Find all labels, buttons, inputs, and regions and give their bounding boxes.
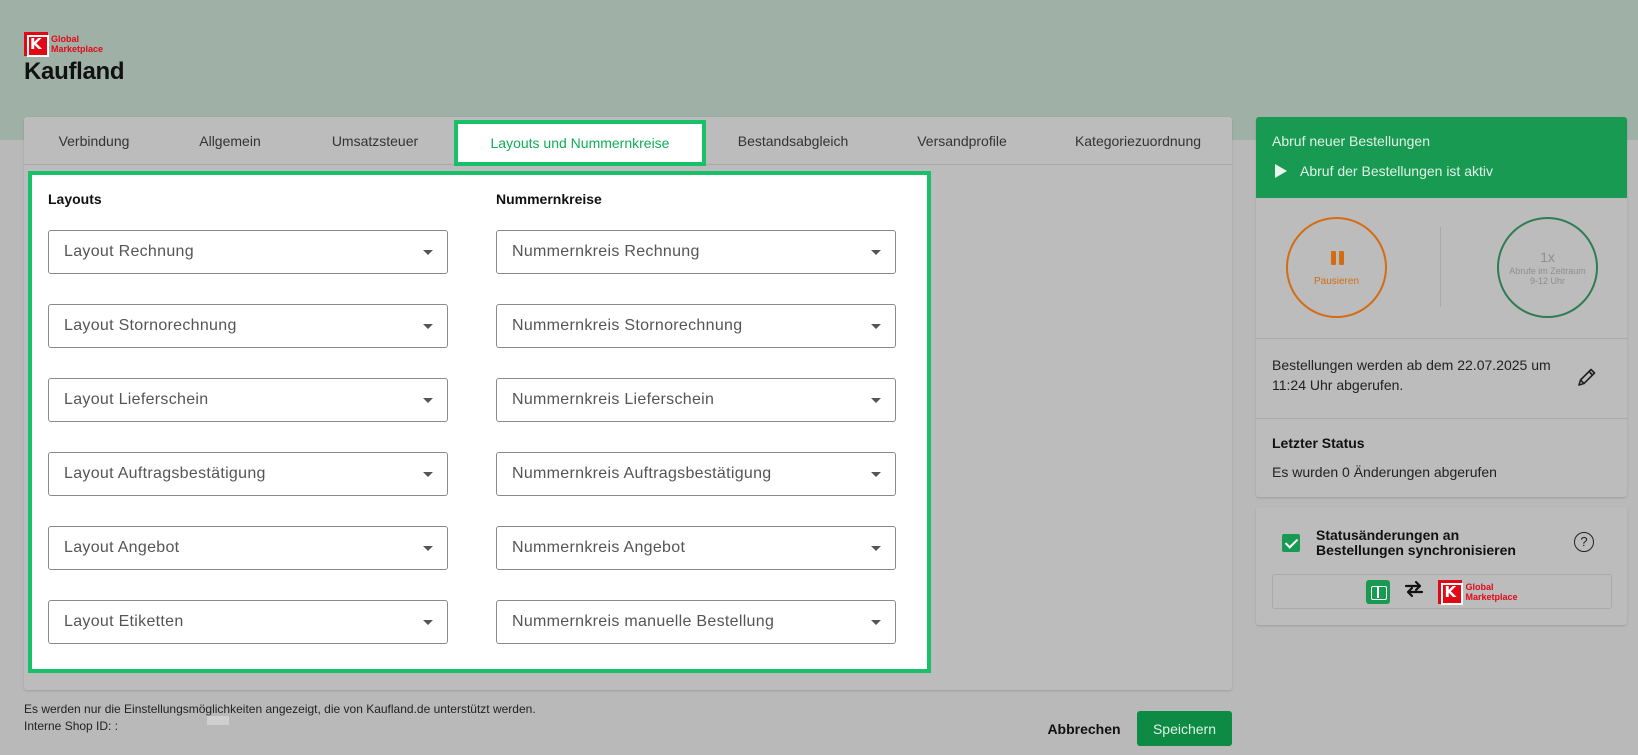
dropdown-arrow-icon xyxy=(423,250,433,255)
tab-versandprofile[interactable]: Versandprofile xyxy=(880,117,1044,165)
sync-status-checkbox[interactable] xyxy=(1282,534,1300,552)
pause-icon xyxy=(1331,251,1344,265)
save-button[interactable]: Speichern xyxy=(1137,711,1232,746)
nummernkreis-stornorechnung-select[interactable]: Nummernkreis Stornorechnung xyxy=(496,304,896,348)
dropdown-arrow-icon xyxy=(871,620,881,625)
order-fetch-status: Abruf der Bestellungen ist aktiv xyxy=(1300,163,1493,179)
layout-lieferschein-select[interactable]: Layout Lieferschein xyxy=(48,378,448,422)
layout-etiketten-select[interactable]: Layout Etiketten xyxy=(48,600,448,644)
dropdown-arrow-icon xyxy=(871,324,881,329)
last-status-text: Es wurden 0 Änderungen abgerufen xyxy=(1272,464,1497,480)
tab-verbindung[interactable]: Verbindung xyxy=(24,117,164,165)
nummernkreis-angebot-select[interactable]: Nummernkreis Angebot xyxy=(496,526,896,570)
layout-stornorechnung-select[interactable]: Layout Stornorechnung xyxy=(48,304,448,348)
tab-allgemein[interactable]: Allgemein xyxy=(164,117,296,165)
nummernkreis-manuelle-bestellung-select[interactable]: Nummernkreis manuelle Bestellung xyxy=(496,600,896,644)
kaufland-k-icon: K xyxy=(1438,579,1464,605)
last-status-title: Letzter Status xyxy=(1272,435,1365,451)
nummernkreis-auftragsbestaetigung-select[interactable]: Nummernkreis Auftragsbestätigung xyxy=(496,452,896,496)
shop-id-label: Interne Shop ID: : xyxy=(24,719,119,733)
tab-bar: Verbindung Allgemein Umsatzsteuer Layout… xyxy=(24,117,1232,166)
dropdown-arrow-icon xyxy=(871,398,881,403)
fetch-start-info: Bestellungen werden ab dem 22.07.2025 um… xyxy=(1272,357,1551,393)
layouts-heading: Layouts xyxy=(48,191,102,207)
nummernkreis-lieferschein-select[interactable]: Nummernkreis Lieferschein xyxy=(496,378,896,422)
dropdown-arrow-icon xyxy=(423,620,433,625)
layout-auftragsbestaetigung-select[interactable]: Layout Auftragsbestätigung xyxy=(48,452,448,496)
dropdown-arrow-icon xyxy=(423,398,433,403)
dropdown-arrow-icon xyxy=(423,546,433,551)
divider xyxy=(1440,227,1441,307)
nummernkreise-heading: Nummernkreise xyxy=(496,191,602,207)
global-marketplace-logo: K Global Marketplace xyxy=(1438,579,1518,605)
divider xyxy=(1256,338,1627,339)
tab-layouts-nummernkreise[interactable]: Layouts und Nummernkreise xyxy=(454,120,706,166)
dropdown-arrow-icon xyxy=(871,546,881,551)
dropdown-arrow-icon xyxy=(423,472,433,477)
global-marketplace-logo: K Global Marketplace xyxy=(24,32,124,57)
app-logo-icon xyxy=(1366,579,1391,604)
shop-id-value xyxy=(207,716,229,725)
fetch-count-indicator: 1x Abrufe im Zeitraum 9-12 Uhr xyxy=(1497,217,1598,318)
tab-kategoriezuordnung[interactable]: Kategoriezuordnung xyxy=(1044,117,1232,165)
layouts-panel: Layouts Nummernkreise Layout Rechnung La… xyxy=(28,171,931,673)
logo-line-1: Global xyxy=(51,34,80,44)
fetch-count-caption: Abrufe im Zeitraum 9-12 Uhr xyxy=(1509,266,1586,286)
dropdown-arrow-icon xyxy=(423,324,433,329)
dropdown-arrow-icon xyxy=(871,472,881,477)
tab-bestandsabgleich[interactable]: Bestandsabgleich xyxy=(706,117,880,165)
help-icon[interactable]: ? xyxy=(1574,532,1594,552)
cancel-button[interactable]: Abbrechen xyxy=(1046,711,1122,746)
brand-title: Kaufland xyxy=(24,58,125,85)
tab-umsatzsteuer[interactable]: Umsatzsteuer xyxy=(296,117,454,165)
play-icon xyxy=(1275,164,1287,178)
status-sync-card: Statusänderungen an Bestellungen synchro… xyxy=(1256,507,1627,625)
layout-angebot-select[interactable]: Layout Angebot xyxy=(48,526,448,570)
footer-note: Es werden nur die Einstellungsmöglichkei… xyxy=(24,702,536,716)
edit-pencil-icon[interactable] xyxy=(1576,366,1598,393)
footer-info: Es werden nur die Einstellungsmöglichkei… xyxy=(24,701,536,735)
nummernkreis-rechnung-select[interactable]: Nummernkreis Rechnung xyxy=(496,230,896,274)
fetch-count-value: 1x xyxy=(1540,249,1555,265)
order-fetch-title: Abruf neuer Bestellungen xyxy=(1272,133,1430,149)
sync-diagram: K Global Marketplace xyxy=(1272,574,1612,609)
order-fetch-card: Abruf neuer Bestellungen Abruf der Beste… xyxy=(1256,117,1627,497)
brand-logo: K Global Marketplace Kaufland xyxy=(24,32,125,86)
kaufland-k-icon: K xyxy=(24,32,49,57)
layout-rechnung-select[interactable]: Layout Rechnung xyxy=(48,230,448,274)
pause-button[interactable]: Pausieren xyxy=(1286,217,1387,318)
dropdown-arrow-icon xyxy=(871,250,881,255)
logo-line-2: Marketplace xyxy=(51,44,104,54)
order-fetch-header: Abruf neuer Bestellungen Abruf der Beste… xyxy=(1256,117,1627,198)
sync-arrows-icon xyxy=(1402,577,1426,606)
pause-label: Pausieren xyxy=(1313,276,1360,287)
sync-status-label: Statusänderungen an Bestellungen synchro… xyxy=(1316,527,1516,558)
divider xyxy=(1256,418,1627,419)
